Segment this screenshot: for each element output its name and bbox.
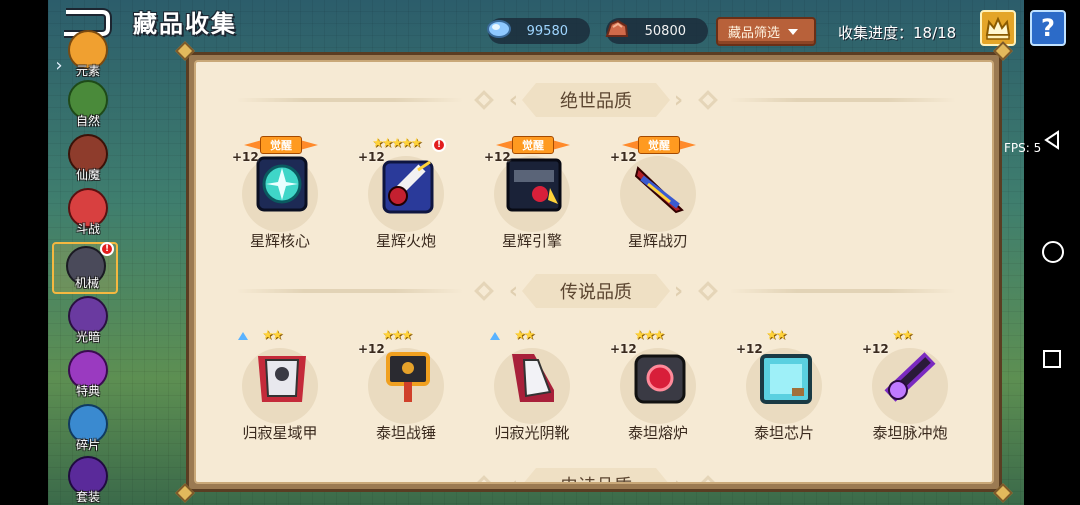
alert-badge: ! xyxy=(100,242,114,256)
system-home-icon[interactable] xyxy=(1042,241,1064,263)
star-cannon-icon xyxy=(382,160,434,214)
item-name: 星辉核心 xyxy=(249,232,310,250)
star-rating: ★★★ xyxy=(382,328,413,343)
star-rating: ★★ xyxy=(262,328,283,343)
collection-item[interactable]: ★★ 归寂星域甲 xyxy=(224,326,336,444)
titan-hammer-icon xyxy=(386,352,430,402)
collection-item[interactable]: 觉醒 +12 星辉核心 xyxy=(224,134,336,252)
sidebar-item-label: 碎片 xyxy=(75,438,100,452)
sidebar-item-battle[interactable]: 斗战 xyxy=(64,188,112,244)
sidebar-item-label: 机械 xyxy=(74,276,99,290)
item-level: +12 xyxy=(862,342,889,356)
fps-counter: FPS: 5 xyxy=(1004,141,1042,155)
gem-count: 99580 xyxy=(526,23,568,39)
star-rating: ★★ xyxy=(514,328,535,343)
ore-count: 50800 xyxy=(644,23,686,39)
sidebar-item-label: 套装 xyxy=(75,490,100,504)
item-level: +12 xyxy=(484,150,511,164)
category-sidebar: 元素 自然 仙魔 斗战 机械 ! 光暗 特典 碎片 套装 xyxy=(50,30,120,505)
section-header-peerless: ‹ 绝世品质 › xyxy=(236,82,956,118)
sidebar-item-label: 自然 xyxy=(75,114,100,128)
sidebar-item-mech[interactable]: 机械 ! xyxy=(52,242,118,294)
titan-chip-icon xyxy=(760,354,812,404)
titan-furnace-icon xyxy=(634,354,686,404)
item-level: +12 xyxy=(358,150,385,164)
star-rating: ★★ xyxy=(766,328,787,343)
collection-item[interactable]: 觉醒 +12 星辉战刃 xyxy=(602,134,714,252)
star-engine-icon xyxy=(506,158,562,212)
sidebar-item-special[interactable]: 特典 xyxy=(64,350,112,406)
upgrade-arrow-icon xyxy=(238,332,248,340)
awakened-badge: 觉醒 xyxy=(496,136,570,154)
screen-edge-left xyxy=(0,0,48,505)
item-level: +12 xyxy=(610,150,637,164)
section-header-legendary: ‹ 传说品质 › xyxy=(236,273,956,309)
collection-item[interactable]: ★★ +12 泰坦芯片 xyxy=(728,326,840,444)
filter-label: 藏品筛选 xyxy=(728,26,781,41)
collection-item[interactable]: ★★ +12 泰坦脉冲炮 xyxy=(854,326,966,444)
sidebar-item-label: 元素 xyxy=(75,64,100,78)
section-title: 史诗品质 xyxy=(522,468,670,484)
sidebar-item-label: 特典 xyxy=(75,384,100,398)
currency-gem: 99580 xyxy=(487,18,590,44)
item-level: +12 xyxy=(610,342,637,356)
collection-item[interactable]: ★★ 归寂光阴靴 xyxy=(476,326,588,444)
star-core-icon xyxy=(256,156,308,212)
sidebar-item-nature[interactable]: 自然 xyxy=(64,80,112,136)
sidebar-item-demon[interactable]: 仙魔 xyxy=(64,134,112,190)
item-name: 归寂星域甲 xyxy=(242,424,318,442)
collection-item[interactable]: 觉醒 +12 星辉引擎 xyxy=(476,134,588,252)
item-level: +12 xyxy=(358,342,385,356)
crown-icon[interactable] xyxy=(980,10,1016,46)
sidebar-item-label: 光暗 xyxy=(75,330,100,344)
section-header-epic: ‹ 史诗品质 › xyxy=(236,467,956,484)
collection-item[interactable]: ★★★ +12 泰坦熔炉 xyxy=(602,326,714,444)
ore-icon xyxy=(602,14,632,44)
chevron-down-icon xyxy=(788,28,799,35)
collection-item[interactable]: ★★★ +12 泰坦战锤 xyxy=(350,326,462,444)
alert-badge: ! xyxy=(432,138,446,152)
help-button[interactable]: ? xyxy=(1030,10,1066,46)
system-recents-icon[interactable] xyxy=(1043,350,1061,368)
collection-scroll-area[interactable]: ‹ 绝世品质 › 觉醒 +12 星辉核心 ★★★★★ ! +12 星辉火炮 觉醒… xyxy=(194,60,994,484)
section-title: 绝世品质 xyxy=(522,83,670,117)
collection-item[interactable]: ★★★★★ ! +12 星辉火炮 xyxy=(350,134,462,252)
sidebar-item-element[interactable]: 元素 xyxy=(64,30,112,86)
sidebar-item-set[interactable]: 套装 xyxy=(64,456,112,505)
star-rating: ★★★★★ xyxy=(372,136,422,151)
item-level: +12 xyxy=(736,342,763,356)
page-title: 藏品收集 xyxy=(133,10,237,38)
gem-icon xyxy=(484,14,514,44)
item-name: 归寂光阴靴 xyxy=(494,424,570,442)
collection-panel: ‹ 绝世品质 › 觉醒 +12 星辉核心 ★★★★★ ! +12 星辉火炮 觉醒… xyxy=(175,41,1013,503)
item-level: +12 xyxy=(232,150,259,164)
item-name: 泰坦战锤 xyxy=(375,424,436,442)
star-rating: ★★ xyxy=(892,328,913,343)
item-name: 泰坦芯片 xyxy=(753,424,814,442)
item-name: 泰坦熔炉 xyxy=(627,424,688,442)
star-blade-icon xyxy=(634,166,684,214)
filter-dropdown[interactable]: 藏品筛选 xyxy=(716,17,816,46)
currency-ore: 50800 xyxy=(605,18,708,44)
sidebar-item-light-dark[interactable]: 光暗 xyxy=(64,296,112,352)
awakened-badge: 觉醒 xyxy=(244,136,318,154)
item-name: 泰坦脉冲炮 xyxy=(872,424,948,442)
item-name: 星辉引擎 xyxy=(501,232,562,250)
sidebar-item-shard[interactable]: 碎片 xyxy=(64,404,112,460)
sidebar-item-label: 仙魔 xyxy=(75,168,100,182)
collection-progress: 收集进度：18/18 xyxy=(838,24,957,42)
system-back-icon[interactable] xyxy=(1042,130,1062,150)
section-title: 传说品质 xyxy=(522,274,670,308)
awakened-badge: 觉醒 xyxy=(622,136,696,154)
void-boots-icon xyxy=(512,354,554,402)
item-name: 星辉战刃 xyxy=(627,232,688,250)
sidebar-item-label: 斗战 xyxy=(75,222,100,236)
titan-pulse-cannon-icon xyxy=(884,352,936,402)
void-armor-icon xyxy=(258,356,306,402)
upgrade-arrow-icon xyxy=(490,332,500,340)
star-rating: ★★★ xyxy=(634,328,665,343)
item-name: 星辉火炮 xyxy=(375,232,436,250)
